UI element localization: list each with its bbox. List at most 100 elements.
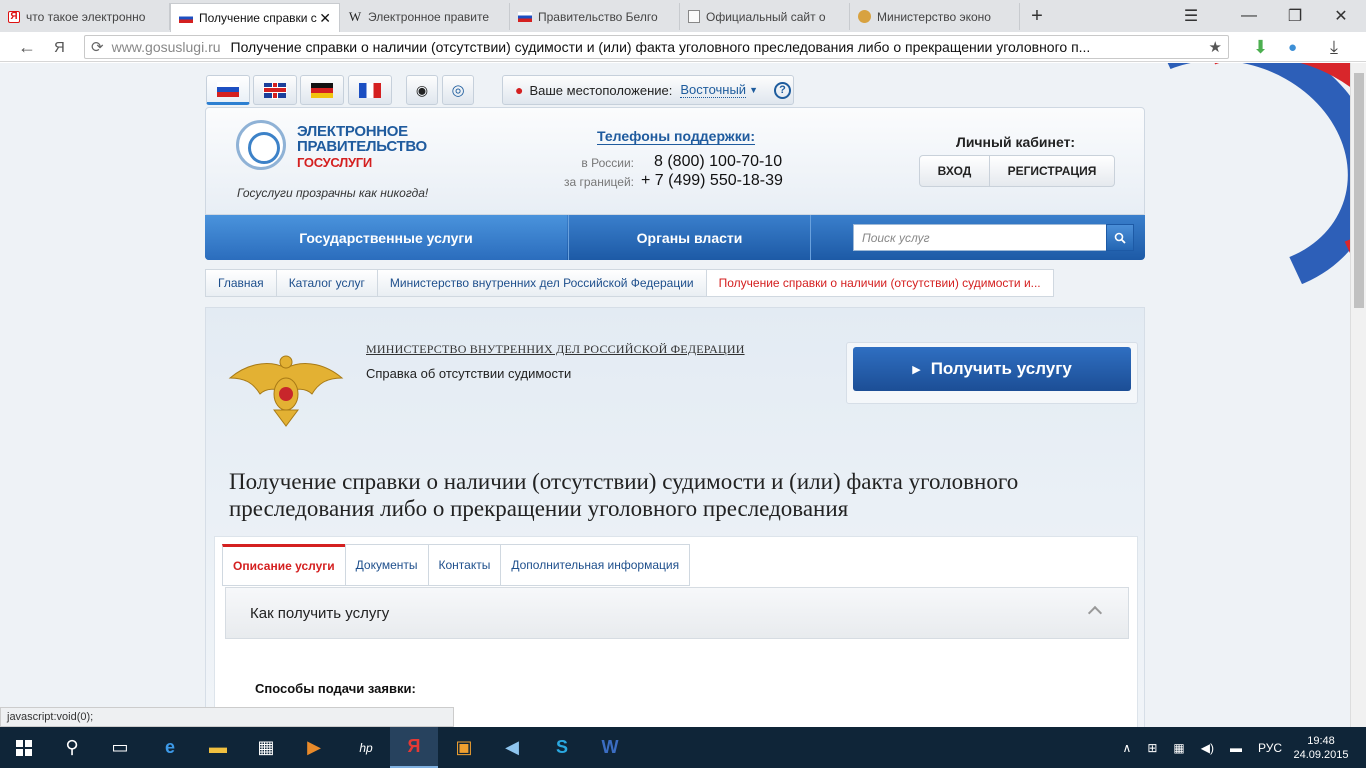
lang-de-button[interactable] (300, 75, 344, 105)
breadcrumb-item[interactable]: Главная (205, 269, 276, 297)
uk-flag-icon (264, 82, 286, 98)
task-view-icon[interactable]: ▭ (96, 727, 144, 768)
france-flag-icon (359, 82, 381, 98)
back-arrow-icon[interactable]: ← (18, 37, 36, 58)
close-tab-icon[interactable]: ✕ (319, 10, 331, 27)
minimize-icon[interactable]: — (1226, 0, 1272, 32)
map-pin-icon: ● (515, 82, 524, 98)
emblem-icon (858, 10, 871, 23)
yandex-browser-icon[interactable]: Я (390, 727, 438, 768)
message-icon[interactable]: ▬ (1230, 741, 1242, 755)
drop-icon[interactable]: ● (1288, 39, 1297, 56)
russia-flag-icon (217, 81, 239, 97)
get-service-button[interactable]: ▶ Получить услугу (853, 347, 1131, 391)
eye-icon: ◉ (415, 81, 429, 98)
photo-app-icon[interactable]: ▣ (440, 727, 488, 768)
menu-icon[interactable]: ☰ (1168, 0, 1214, 32)
support-phones-title[interactable]: Телефоны поддержки: (597, 128, 756, 145)
russia-flag-icon (179, 13, 193, 23)
arrow-right-icon: ▶ (912, 363, 921, 376)
browser-tab-active[interactable]: Получение справки с ✕ (170, 3, 340, 32)
chevron-up-icon[interactable]: ∧ (1123, 741, 1132, 755)
store-icon[interactable]: ▦ (242, 727, 290, 768)
nav-authorities[interactable]: Органы власти (568, 215, 811, 260)
get-service-label: Получить услугу (930, 359, 1072, 378)
system-tray: ∧ ⊞ ▦ ◀) ▬ РУС 19:48 24.09.2015 (1115, 727, 1366, 768)
site-header: ЭЛЕКТРОННОЕ ПРАВИТЕЛЬСТВО ГОСУСЛУГИ Госу… (205, 107, 1145, 215)
explorer-icon[interactable]: ▬ (194, 727, 242, 768)
volume-icon[interactable]: ◀) (1201, 741, 1214, 755)
lang-en-button[interactable] (253, 75, 297, 105)
logo-text-line1: ЭЛЕКТРОННОЕ (297, 123, 408, 140)
network-icon[interactable]: ⊞ (1147, 741, 1157, 755)
restore-icon[interactable]: ❐ (1272, 0, 1318, 32)
scrollbar-thumb[interactable] (1354, 73, 1364, 308)
caret-down-icon: ▼ (749, 85, 758, 95)
accordion-how-to[interactable]: Как получить услугу (225, 587, 1129, 639)
breadcrumb-item[interactable]: Каталог услуг (275, 269, 377, 297)
tab-description[interactable]: Описание услуги (222, 544, 345, 586)
sound-app-icon[interactable]: ◀ (488, 727, 536, 768)
nav-services[interactable]: Государственные услуги (205, 215, 567, 260)
media-player-icon[interactable]: ▶ (290, 727, 338, 768)
tab-contacts[interactable]: Контакты (427, 544, 501, 586)
browser-tab-label: что такое электронно (26, 9, 146, 24)
breadcrumb-item[interactable]: Министерство внутренних дел Российской Ф… (376, 269, 706, 297)
clock-time: 19:48 (1307, 734, 1335, 747)
address-field[interactable]: ⟳ www.gosuslugi.ru Получение справки о н… (84, 35, 1229, 59)
service-card: МИНИСТЕРСТВО ВНУТРЕННИХ ДЕЛ РОССИЙСКОЙ Ф… (205, 307, 1145, 727)
clock[interactable]: 19:48 24.09.2015 (1290, 734, 1352, 762)
skype-icon[interactable]: S (538, 727, 586, 768)
wifi-icon[interactable]: ▦ (1173, 741, 1184, 755)
clock-date: 24.09.2015 (1293, 748, 1349, 761)
language-indicator[interactable]: РУС (1258, 741, 1282, 755)
accessibility-button[interactable]: ◉ (406, 75, 438, 105)
help-icon[interactable]: ? (774, 81, 791, 99)
tab-documents[interactable]: Документы (344, 544, 428, 586)
login-button[interactable]: ВХОД (920, 156, 990, 186)
browser-tab[interactable]: Министерство эконо (850, 3, 1020, 30)
submission-ways-heading: Способы подачи заявки: (255, 681, 416, 696)
phone-russia: 8 (800) 100-70-10 (654, 153, 783, 170)
service-content: Описание услуги Документы Контакты Допол… (214, 536, 1138, 727)
search-icon (1114, 232, 1126, 244)
taskbar: ⚲ ▭ e ▬ ▦ ▶ hp Я ▣ ◀ S W ∧ ⊞ ▦ ◀) ▬ РУС … (0, 727, 1366, 768)
phone-abroad: + 7 (499) 550-18-39 (641, 172, 783, 189)
support-phones-colon: : (750, 128, 756, 144)
breadcrumb: Главная Каталог услуг Министерство внутр… (205, 269, 1054, 297)
browser-tab[interactable]: Правительство Белго (510, 3, 680, 30)
phone-russia-label: в России: (581, 156, 634, 170)
lang-fr-button[interactable] (348, 75, 392, 105)
ministry-link[interactable]: МИНИСТЕРСТВО ВНУТРЕННИХ ДЕЛ РОССИЙСКОЙ Ф… (366, 342, 745, 357)
downloads-icon[interactable]: ⤓ (1330, 37, 1338, 58)
page-viewport: ◉ ◎ ● Ваше местоположение: Восточный ▼ ?… (0, 63, 1350, 727)
vertical-scrollbar[interactable] (1350, 63, 1366, 727)
gosuslugi-logo-icon[interactable] (236, 120, 286, 170)
russia-flag-icon (518, 11, 532, 22)
hp-icon[interactable]: hp (342, 727, 390, 768)
browser-tab[interactable]: W Электронное правите (340, 3, 510, 30)
navigator-button[interactable]: ◎ (442, 75, 474, 105)
register-button[interactable]: РЕГИСТРАЦИЯ (990, 156, 1114, 186)
reload-icon[interactable]: ⟳ (91, 38, 104, 56)
word-icon[interactable]: W (586, 727, 634, 768)
yandex-logo-icon[interactable]: Я (54, 39, 65, 56)
star-icon[interactable]: ★ (1209, 38, 1222, 56)
lang-ru-button[interactable] (206, 75, 250, 105)
phone-abroad-label: за границей: (563, 175, 634, 189)
search-input[interactable]: Поиск услуг (853, 224, 1107, 251)
windows-start-icon[interactable] (0, 727, 48, 768)
search-icon[interactable]: ⚲ (48, 727, 96, 768)
chevron-up-icon (1087, 605, 1103, 621)
tab-additional-info[interactable]: Дополнительная информация (500, 544, 691, 586)
windows-logo-icon (16, 739, 32, 756)
location-city-dropdown[interactable]: Восточный (680, 82, 747, 98)
close-window-icon[interactable]: ✕ (1318, 0, 1364, 32)
browser-tab[interactable]: Я что такое электронно (0, 3, 170, 30)
browser-tab-label: Министерство эконо (877, 9, 991, 24)
new-tab-icon[interactable]: + (1014, 0, 1060, 32)
browser-tab[interactable]: Официальный сайт о (680, 3, 850, 30)
edge-icon[interactable]: e (146, 727, 194, 768)
download-extension-icon[interactable]: ⬇ (1253, 37, 1268, 58)
search-button[interactable] (1106, 224, 1134, 251)
